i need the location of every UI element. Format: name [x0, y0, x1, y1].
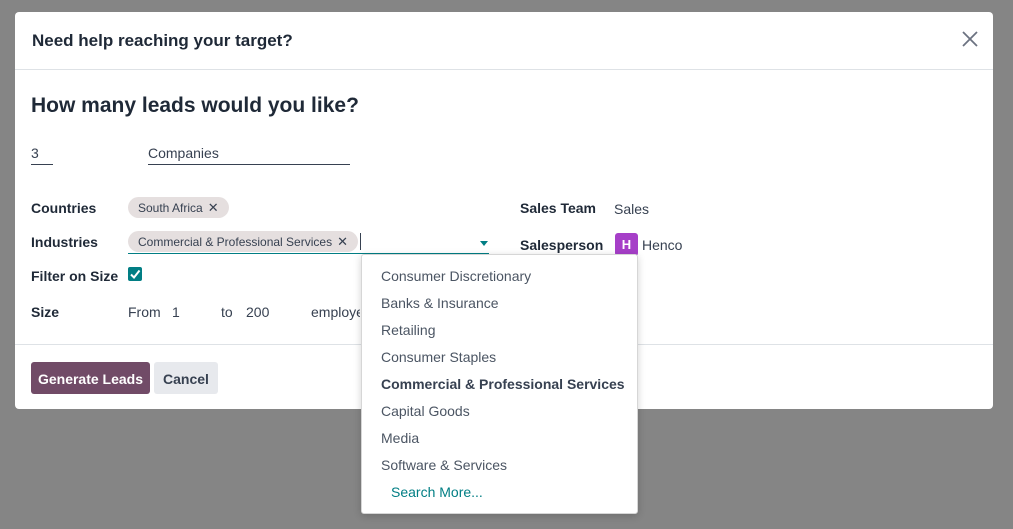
- dialog-title: Need help reaching your target?: [32, 31, 293, 50]
- dropdown-item-active[interactable]: Commercial & Professional Services: [381, 376, 625, 392]
- salesperson-label: Salesperson: [520, 237, 604, 253]
- dropdown-item[interactable]: Retailing: [381, 322, 435, 338]
- dialog-header: Need help reaching your target?: [15, 12, 993, 70]
- generate-leads-button[interactable]: Generate Leads: [31, 362, 150, 394]
- industries-search-input[interactable]: [360, 233, 361, 250]
- industries-label: Industries: [31, 234, 98, 250]
- dropdown-item[interactable]: Consumer Staples: [381, 349, 496, 365]
- remove-tag-icon[interactable]: ✕: [208, 200, 219, 215]
- dropdown-arrow-icon[interactable]: [480, 241, 488, 246]
- dropdown-item[interactable]: Capital Goods: [381, 403, 470, 419]
- sales-team-value[interactable]: Sales: [614, 201, 649, 217]
- industry-tag: Commercial & Professional Services ✕: [128, 231, 358, 252]
- dropdown-item[interactable]: Banks & Insurance: [381, 295, 499, 311]
- dropdown-item[interactable]: Software & Services: [381, 457, 507, 473]
- filter-on-size-checkbox[interactable]: [128, 267, 142, 281]
- countries-label: Countries: [31, 200, 97, 216]
- industry-tag-label: Commercial & Professional Services: [138, 235, 333, 249]
- salesperson-value[interactable]: Henco: [642, 237, 682, 253]
- check-icon: [130, 269, 141, 280]
- dropdown-item[interactable]: Consumer Discretionary: [381, 268, 531, 284]
- size-from-input[interactable]: 1: [172, 304, 180, 320]
- avatar: H: [615, 233, 638, 256]
- size-to-label: to: [221, 304, 233, 320]
- lead-count-question: How many leads would you like?: [31, 94, 359, 117]
- close-icon[interactable]: [959, 28, 981, 50]
- size-from-label: From: [128, 304, 161, 320]
- country-tag-label: South Africa: [138, 201, 203, 215]
- size-to-input[interactable]: 200: [246, 304, 269, 320]
- filter-on-size-label: Filter on Size: [31, 268, 119, 284]
- cancel-button[interactable]: Cancel: [154, 362, 218, 394]
- dropdown-item[interactable]: Media: [381, 430, 419, 446]
- size-label: Size: [31, 304, 60, 320]
- remove-tag-icon[interactable]: ✕: [337, 234, 348, 249]
- industry-dropdown: Consumer Discretionary Banks & Insurance…: [361, 254, 638, 514]
- sales-team-label: Sales Team: [520, 200, 597, 216]
- lead-type-select[interactable]: Companies: [148, 142, 350, 165]
- size-unit-label: employe: [311, 304, 360, 320]
- country-tag: South Africa ✕: [128, 197, 229, 218]
- lead-count-input[interactable]: 3: [31, 142, 53, 165]
- search-more-link[interactable]: Search More...: [391, 484, 483, 500]
